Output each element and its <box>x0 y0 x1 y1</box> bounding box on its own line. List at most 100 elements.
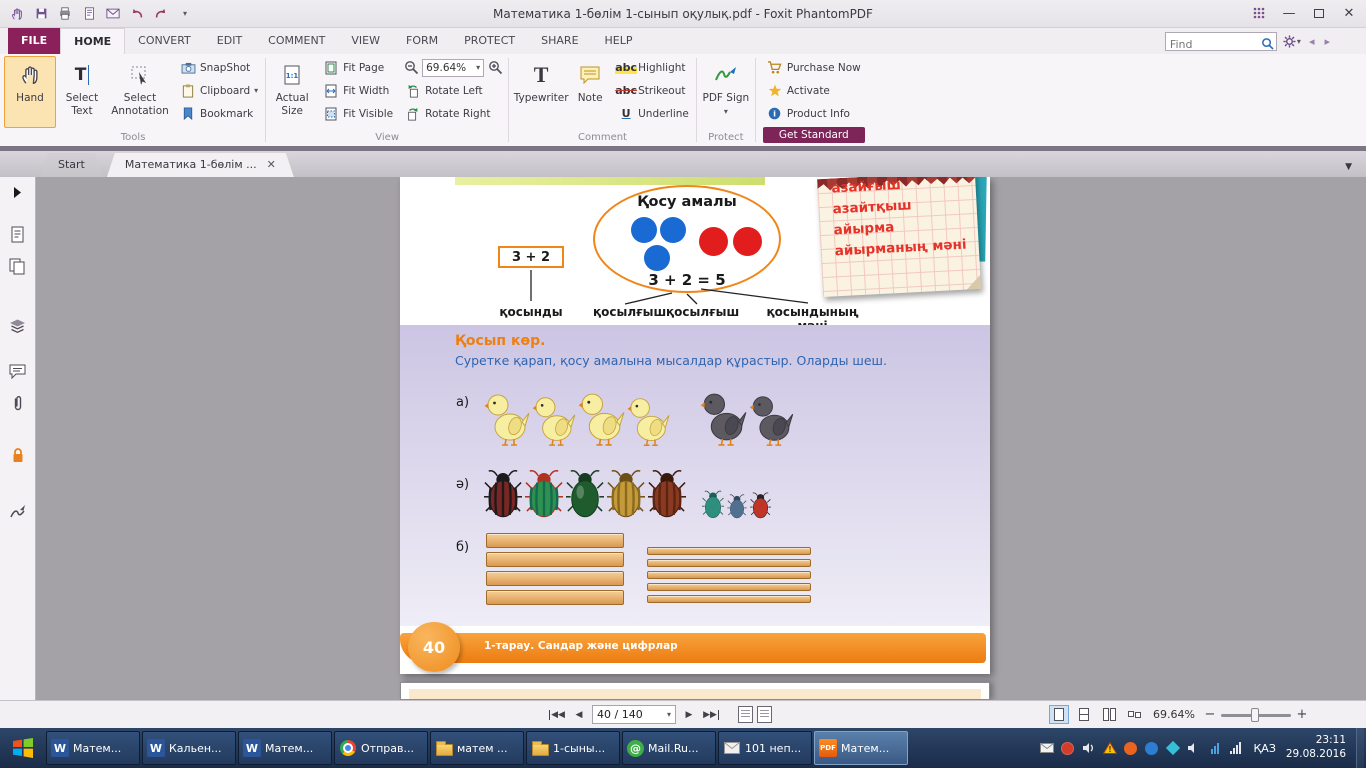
minimize-button[interactable]: — <box>1274 0 1304 26</box>
taskbar-item-chrome[interactable]: Отправ... <box>334 731 428 765</box>
tab-view[interactable]: VIEW <box>338 28 393 54</box>
hand-button[interactable]: Hand <box>4 56 56 128</box>
typewriter-button[interactable]: T Typewriter <box>512 56 570 128</box>
product-info-button[interactable]: i Product Info <box>763 102 865 125</box>
taskbar-clock[interactable]: 23:11 29.08.2016 <box>1286 734 1350 761</box>
fit-page-button[interactable]: Fit Page <box>319 56 397 79</box>
zoom-in-button[interactable]: + <box>1296 707 1308 722</box>
start-button[interactable] <box>0 728 46 768</box>
strikeout-button[interactable]: abc Strikeout <box>614 79 693 102</box>
tab-edit[interactable]: EDIT <box>204 28 255 54</box>
select-annotation-button[interactable]: Select Annotation <box>108 56 172 128</box>
actual-size-button[interactable]: 1:1 Actual Size <box>269 56 315 128</box>
taskbar-item-folder[interactable]: 1-сыны... <box>526 731 620 765</box>
taskbar-item-word[interactable]: WМатем... <box>46 731 140 765</box>
clipboard-button[interactable]: Clipboard▾ <box>176 79 262 102</box>
rotate-left-button[interactable]: Rotate Left <box>401 79 505 102</box>
tab-share[interactable]: SHARE <box>528 28 591 54</box>
tray-blue-status-icon[interactable] <box>1144 741 1159 756</box>
facing-view-icon[interactable] <box>1099 705 1119 724</box>
security-panel-icon[interactable] <box>6 445 30 465</box>
close-tab-icon[interactable]: ✕ <box>267 153 276 177</box>
doc-tab-start[interactable]: Start <box>40 153 103 177</box>
page-number-field[interactable]: 40 / 140▾ <box>592 705 676 724</box>
find-input[interactable] <box>1165 32 1277 51</box>
comments-panel-icon[interactable] <box>6 361 30 381</box>
ui-switch-icon[interactable] <box>1244 0 1274 26</box>
redo-icon[interactable] <box>150 4 172 24</box>
bookmarks-panel-icon[interactable] <box>6 224 30 244</box>
tab-convert[interactable]: CONVERT <box>125 28 204 54</box>
zoom-out-icon[interactable] <box>403 60 419 76</box>
bookmark-button[interactable]: Bookmark <box>176 102 262 125</box>
tray-orange-status-icon[interactable] <box>1123 741 1138 756</box>
expand-panel-icon[interactable] <box>6 182 30 202</box>
zoom-slider[interactable] <box>1221 708 1291 722</box>
close-button[interactable]: ✕ <box>1334 0 1364 26</box>
taskbar-item-outlook[interactable]: 101 неп... <box>718 731 812 765</box>
highlight-button[interactable]: abc Highlight <box>614 56 693 79</box>
find-field[interactable] <box>1166 36 1258 53</box>
tray-volume-icon[interactable] <box>1081 741 1096 756</box>
single-page-view-icon[interactable] <box>1049 705 1069 724</box>
nav-forward-icon[interactable]: ▸ <box>1322 35 1332 48</box>
layers-panel-icon[interactable] <box>6 316 30 336</box>
find-options-icon[interactable]: ▾ <box>1283 35 1301 48</box>
language-indicator[interactable]: ҚАЗ <box>1249 742 1279 755</box>
document-view[interactable]: 3 + 2 Қосу амалы 3 + 2 = 5 қосынды <box>36 177 1366 700</box>
tab-protect[interactable]: PROTECT <box>451 28 528 54</box>
signature-panel-icon[interactable] <box>6 501 30 521</box>
tray-network-icon[interactable] <box>1228 741 1243 756</box>
fit-visible-button[interactable]: Fit Visible <box>319 102 397 125</box>
fit-width-button[interactable]: Fit Width <box>319 79 397 102</box>
taskbar-item-word[interactable]: WКальен... <box>142 731 236 765</box>
first-page-button[interactable]: ◀◀ <box>548 705 566 724</box>
note-button[interactable]: Note <box>570 56 610 128</box>
purchase-now-button[interactable]: Purchase Now <box>763 56 865 79</box>
printer-icon[interactable] <box>54 4 76 24</box>
print-preview-icon[interactable] <box>78 4 100 24</box>
last-page-button[interactable]: ▶▶ <box>702 705 720 724</box>
hand-tool-icon[interactable] <box>6 4 28 24</box>
underline-button[interactable]: U Underline <box>614 102 693 125</box>
tab-form[interactable]: FORM <box>393 28 451 54</box>
previous-view-icon[interactable] <box>738 706 753 723</box>
tray-envelope-icon[interactable] <box>1039 741 1054 756</box>
tray-speaker-icon[interactable] <box>1186 741 1201 756</box>
continuous-facing-view-icon[interactable] <box>1124 705 1144 724</box>
select-text-button[interactable]: T Select Text <box>56 56 108 128</box>
taskbar-item-folder[interactable]: матем ... <box>430 731 524 765</box>
taskbar-item-foxit[interactable]: PDFМатем... <box>814 731 908 765</box>
taskbar-item-word[interactable]: WМатем... <box>238 731 332 765</box>
nav-back-icon[interactable]: ◂ <box>1307 35 1317 48</box>
tray-cyan-status-icon[interactable] <box>1165 741 1180 756</box>
tray-equalizer-icon[interactable] <box>1207 741 1222 756</box>
attachments-panel-icon[interactable] <box>6 393 30 413</box>
rotate-right-button[interactable]: Rotate Right <box>401 102 505 125</box>
snapshot-button[interactable]: SnapShot <box>176 56 262 79</box>
tray-red-status-icon[interactable] <box>1060 741 1075 756</box>
zoom-in-icon[interactable] <box>487 60 503 76</box>
previous-page-button[interactable]: ◀ <box>570 705 588 724</box>
save-icon[interactable] <box>30 4 52 24</box>
next-page-button[interactable]: ▶ <box>680 705 698 724</box>
show-desktop-button[interactable] <box>1356 728 1364 768</box>
tray-warning-icon[interactable]: ! <box>1102 741 1117 756</box>
search-icon[interactable] <box>1261 35 1274 54</box>
activate-button[interactable]: Activate <box>763 79 865 102</box>
customize-toolbar-icon[interactable]: ▾ <box>174 4 196 24</box>
doc-tab-document[interactable]: Математика 1-бөлім ... ✕ <box>107 153 294 177</box>
pages-panel-icon[interactable] <box>6 256 30 276</box>
tab-file[interactable]: FILE <box>8 28 60 54</box>
zoom-out-button[interactable]: − <box>1204 707 1216 722</box>
next-view-icon[interactable] <box>757 706 772 723</box>
get-standard-button[interactable]: Get Standard <box>763 127 865 143</box>
taskbar-item-mailru[interactable]: @Mail.Ru... <box>622 731 716 765</box>
continuous-view-icon[interactable] <box>1074 705 1094 724</box>
tab-help[interactable]: HELP <box>592 28 646 54</box>
pdf-sign-button[interactable]: PDF Sign ▾ <box>700 56 752 128</box>
zoom-combobox[interactable]: 69.64%▾ <box>422 59 484 77</box>
tab-comment[interactable]: COMMENT <box>255 28 338 54</box>
tab-home[interactable]: HOME <box>60 28 125 54</box>
undo-icon[interactable] <box>126 4 148 24</box>
